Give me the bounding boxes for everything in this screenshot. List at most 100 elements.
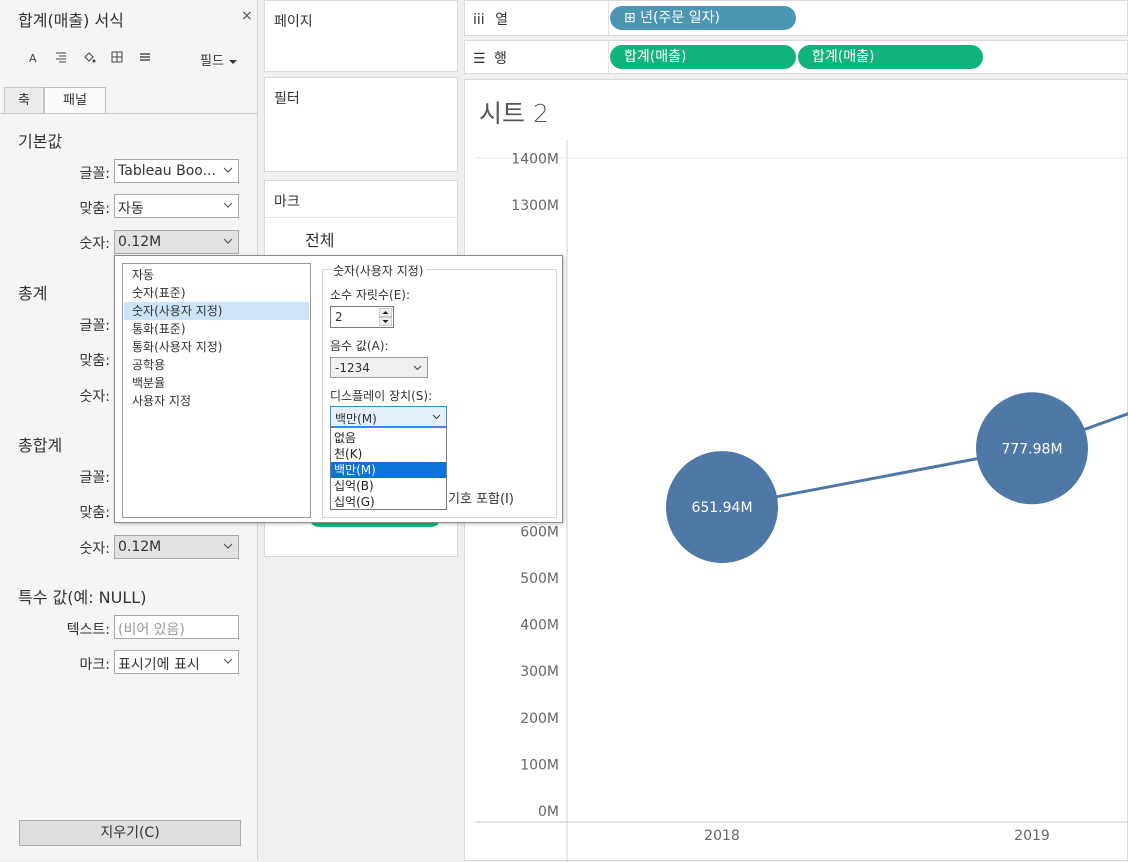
fields-label: 필드 [200, 54, 224, 69]
tab-divider [0, 113, 257, 114]
negative-values-dropdown[interactable]: -1234 [330, 357, 428, 378]
chevron-down-icon [223, 202, 233, 208]
grand-totals-font-label: 글꼴: [79, 470, 110, 486]
pages-title: 페이지 [274, 14, 313, 30]
filters-shelf[interactable]: 필터 [264, 77, 458, 172]
y-tick-label: 0M [538, 804, 559, 820]
fields-dropdown-button[interactable]: 필드 [200, 50, 238, 69]
marks-divider [265, 217, 457, 218]
chevron-down-icon [432, 414, 441, 420]
tab-axis[interactable]: 축 [4, 87, 44, 114]
row-pill-sum-sales-1[interactable]: 합계(매출) [610, 45, 796, 69]
columns-shelf: iii 열 ⊞ 년(주문 일자) [464, 0, 1128, 36]
special-text-label: 텍스트: [66, 622, 110, 638]
grand-totals-number-value: 0.12M [118, 539, 162, 555]
close-icon[interactable]: × [241, 8, 253, 24]
display-units-options[interactable]: 없음 천(K) 백만(M) 십억(B) 십억(G) [330, 427, 447, 510]
default-number-label: 숫자: [79, 236, 110, 252]
number-format-option[interactable]: 자동 [124, 266, 309, 284]
default-number-dropdown[interactable]: 0.12M [114, 230, 239, 254]
display-unit-option[interactable]: 없음 [331, 430, 446, 446]
y-tick-label: 200M [520, 711, 559, 727]
default-align-value: 자동 [118, 201, 144, 217]
number-format-option[interactable]: 통화(사용자 지정) [124, 338, 309, 356]
y-tick-label: 1400M [511, 151, 559, 167]
y-tick-label: 400M [520, 618, 559, 634]
svg-text:A: A [29, 52, 37, 64]
number-format-option[interactable]: 숫자(표준) [124, 284, 309, 302]
rows-label: 행 [494, 51, 507, 67]
section-special-values-title: 특수 값(예: NULL) [18, 588, 147, 607]
default-number-value: 0.12M [118, 234, 162, 250]
row-pill-sum-sales-2[interactable]: 합계(매출) [798, 45, 983, 69]
y-tick-label: 500M [520, 571, 559, 587]
rows-shelf: ☰ 행 합계(매출) 합계(매출) [464, 40, 1128, 74]
spinner-arrows-icon[interactable] [379, 308, 392, 326]
lines-format-icon[interactable] [136, 50, 154, 68]
special-marks-value: 표시기에 표시 [118, 657, 200, 673]
font-format-icon[interactable]: A [24, 50, 42, 68]
data-label: 777.98M [1001, 441, 1062, 457]
filters-title: 필터 [274, 91, 300, 107]
columns-shelf-label: iii 열 [473, 9, 508, 29]
format-panel-title: 합계(매출) 서식 [18, 11, 124, 30]
tab-pane[interactable]: 패널 [44, 87, 106, 114]
rows-icon: ☰ [473, 51, 486, 67]
marks-all-label: 전체 [305, 231, 335, 250]
display-unit-option[interactable]: 백만(M) [331, 462, 446, 478]
number-format-list[interactable]: 자동 숫자(표준) 숫자(사용자 지정) 통화(표준) 통화(사용자 지정) 공학용 백분율… [122, 263, 311, 518]
chevron-down-icon [223, 543, 233, 549]
display-units-label: 디스플레이 장치(S): [330, 389, 433, 403]
data-label: 651.94M [691, 500, 752, 516]
rows-shelf-divider [608, 41, 609, 73]
pages-shelf[interactable]: 페이지 [264, 0, 458, 72]
alignment-format-icon[interactable] [52, 50, 70, 68]
column-pill-order-year[interactable]: ⊞ 년(주문 일자) [610, 6, 796, 30]
special-marks-label: 마크: [79, 657, 110, 673]
shading-format-icon[interactable] [80, 50, 98, 68]
special-marks-dropdown[interactable]: 표시기에 표시 [114, 650, 239, 674]
grand-totals-number-label: 숫자: [79, 541, 110, 557]
custom-number-group-title: 숫자(사용자 지정) [330, 262, 427, 279]
display-unit-option[interactable]: 천(K) [331, 446, 446, 462]
marks-title: 마크 [274, 194, 300, 210]
include-prefix-suffix-label[interactable]: 기호 포함(I) [448, 488, 514, 507]
number-format-option[interactable]: 사용자 지정 [124, 392, 309, 410]
caret-down-icon [229, 60, 238, 64]
number-format-option[interactable]: 숫자(사용자 지정) [124, 302, 309, 320]
special-text-input[interactable]: (비어 있음) [114, 615, 239, 639]
chevron-down-icon [223, 658, 233, 664]
grand-totals-number-dropdown[interactable]: 0.12M [114, 535, 239, 559]
default-align-dropdown[interactable]: 자동 [114, 194, 239, 218]
grand-totals-align-label: 맞춤: [79, 505, 110, 521]
y-tick-label: 600M [520, 524, 559, 540]
chevron-down-icon [223, 167, 233, 173]
totals-number-label: 숫자: [79, 389, 110, 405]
section-totals-title: 총계 [18, 284, 48, 303]
number-format-option[interactable]: 공학용 [124, 356, 309, 374]
decimal-places-label: 소수 자릿수(E): [330, 288, 411, 302]
negative-values-label: 음수 값(A): [330, 339, 389, 353]
default-font-dropdown[interactable]: Tableau Boo... [114, 159, 239, 183]
decimal-places-value: 2 [335, 310, 343, 324]
decimal-places-stepper[interactable]: 2 [330, 306, 394, 328]
negative-values-value: -1234 [335, 361, 370, 375]
view-canvas: 시트 2 0M 100M 200M 300M 400M 500M 600M 1300M 1400… [464, 79, 1128, 862]
number-format-option[interactable]: 통화(표준) [124, 320, 309, 338]
number-format-option[interactable]: 백분율 [124, 374, 309, 392]
section-default-title: 기본값 [18, 132, 63, 151]
borders-format-icon[interactable] [108, 50, 126, 68]
display-units-dropdown[interactable]: 백만(M) [330, 406, 447, 427]
display-unit-option[interactable]: 십억(G) [331, 494, 446, 510]
chevron-down-icon [223, 238, 233, 244]
default-font-value: Tableau Boo... [118, 163, 216, 179]
number-format-popup: 자동 숫자(표준) 숫자(사용자 지정) 통화(표준) 통화(사용자 지정) 공학용 백분율… [114, 255, 563, 523]
display-unit-option[interactable]: 십억(B) [331, 478, 446, 494]
x-tick-label: 2018 [704, 828, 740, 844]
clear-button[interactable]: 지우기(C) [19, 820, 241, 846]
special-text-placeholder: (비어 있음) [118, 622, 185, 638]
y-tick-label: 1300M [511, 198, 559, 214]
totals-align-label: 맞춤: [79, 353, 110, 369]
x-tick-label: 2019 [1014, 828, 1050, 844]
columns-shelf-divider [608, 1, 609, 35]
